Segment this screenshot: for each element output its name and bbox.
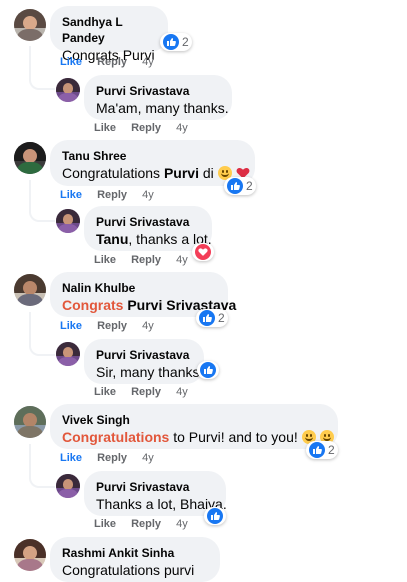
reply-link[interactable]: Reply	[97, 320, 127, 332]
like-link[interactable]: Like	[60, 56, 82, 68]
reply-link[interactable]: Reply	[131, 122, 161, 134]
reaction-count-badge[interactable]: 2	[196, 309, 228, 327]
comment-text: Congrats Purvi Srivastava	[62, 296, 236, 315]
like-link[interactable]: Like	[94, 386, 116, 398]
reply-link[interactable]: Reply	[131, 254, 161, 266]
reaction-badge[interactable]	[197, 361, 219, 379]
reaction-count: 2	[246, 179, 253, 193]
comment-author[interactable]: Purvi Srivastava	[96, 479, 214, 495]
avatar[interactable]	[56, 78, 80, 102]
reply-link[interactable]: Reply	[97, 56, 127, 68]
like-icon	[227, 178, 243, 194]
like-icon	[200, 362, 216, 378]
comment-actions: Like Reply 4y	[94, 517, 188, 531]
love-icon	[195, 244, 211, 260]
like-link[interactable]: Like	[94, 254, 116, 266]
reaction-badge[interactable]	[204, 507, 226, 525]
comment-actions: Like Reply 4y	[60, 188, 154, 202]
comment-text: Congratulations purvi	[62, 562, 195, 578]
comment-text: Ma'am, many thanks.	[96, 100, 229, 116]
reaction-count: 2	[182, 35, 189, 49]
comment-age[interactable]: 4y	[142, 320, 154, 332]
comment-bubble: Sandhya L Pandey Congrats Purvi	[50, 6, 168, 63]
like-icon	[199, 310, 215, 326]
comment-actions: Like Reply 4y	[94, 253, 188, 267]
comment-text-rest: to Purvi! and to you!	[169, 429, 302, 445]
comment-text: Congratulations Purvi di	[62, 164, 249, 183]
reaction-count-badge[interactable]: 2	[224, 177, 256, 195]
like-link[interactable]: Like	[60, 452, 82, 464]
comment-author[interactable]: Nalin Khulbe	[62, 280, 216, 296]
like-link[interactable]: Like	[94, 122, 116, 134]
reply-connector	[29, 46, 55, 90]
comment-text-plain: Congratulations	[62, 165, 164, 181]
comment-age[interactable]: 4y	[142, 452, 154, 464]
comment-author[interactable]: Vivek Singh	[62, 412, 326, 428]
comment-bubble: Tanu Shree Congratulations Purvi di	[50, 140, 255, 186]
avatar[interactable]	[56, 209, 80, 233]
like-link[interactable]: Like	[60, 189, 82, 201]
comment-bubble: Purvi Srivastava Sir, many thanks.	[84, 339, 204, 384]
comment-text: Sir, many thanks.	[96, 364, 204, 380]
like-icon	[163, 34, 179, 50]
reaction-count-badge[interactable]: 2	[306, 441, 338, 459]
comment-actions: Like Reply 4y	[60, 451, 154, 465]
comment-actions: Like Reply 4y	[94, 385, 188, 399]
comment-author[interactable]: Sandhya L Pandey	[62, 14, 156, 46]
avatar[interactable]	[14, 539, 46, 571]
comment-age[interactable]: 4y	[176, 122, 188, 134]
comment-author[interactable]: Purvi Srivastava	[96, 214, 200, 230]
comment-age[interactable]: 4y	[142, 189, 154, 201]
reply-link[interactable]: Reply	[131, 518, 161, 530]
avatar[interactable]	[56, 474, 80, 498]
comment-bubble: Purvi Srivastava Ma'am, many thanks.	[84, 75, 232, 120]
reaction-badge[interactable]	[192, 243, 214, 261]
reaction-count-badge[interactable]: 2	[160, 33, 192, 51]
comment-actions: Like Reply 4y	[94, 121, 188, 135]
comment-author[interactable]: Rashmi Ankit Sinha	[62, 545, 208, 561]
comment-actions: Like Reply 4y	[60, 319, 154, 333]
comment-bubble: Rashmi Ankit Sinha Congratulations purvi	[50, 537, 220, 582]
reply-link[interactable]: Reply	[97, 189, 127, 201]
reaction-count: 2	[328, 443, 335, 457]
avatar[interactable]	[14, 9, 46, 41]
comment-text: Congratulations to Purvi! and to you!	[62, 428, 334, 447]
comment-bubble: Purvi Srivastava Thanks a lot, Bhaiya.	[84, 471, 227, 516]
reply-connector	[29, 312, 55, 356]
comment-actions: Like Reply 4y	[60, 55, 154, 69]
comment-bubble: Vivek Singh Congratulations to Purvi! an…	[50, 404, 338, 449]
comment-age[interactable]: 4y	[142, 56, 154, 68]
avatar[interactable]	[14, 274, 46, 306]
avatar[interactable]	[14, 406, 46, 438]
reply-connector	[29, 180, 55, 222]
like-link[interactable]: Like	[94, 518, 116, 530]
reaction-count: 2	[218, 311, 225, 325]
comment-age[interactable]: 4y	[176, 386, 188, 398]
reply-link[interactable]: Reply	[97, 452, 127, 464]
reply-link[interactable]: Reply	[131, 386, 161, 398]
like-icon	[309, 442, 325, 458]
comment-author[interactable]: Purvi Srivastava	[96, 83, 220, 99]
avatar[interactable]	[14, 142, 46, 174]
highlighted-text: Congrats	[62, 297, 124, 313]
comment-age[interactable]: 4y	[176, 518, 188, 530]
like-link[interactable]: Like	[60, 320, 82, 332]
comment-text: Thanks a lot, Bhaiya.	[96, 496, 227, 512]
highlighted-text: Congratulations	[62, 429, 170, 445]
comment-age[interactable]: 4y	[176, 254, 188, 266]
like-icon	[207, 508, 223, 524]
comment-bubble: Purvi Srivastava Tanu, thanks a lot.	[84, 206, 212, 251]
reply-connector	[29, 444, 55, 488]
mention[interactable]: Purvi	[164, 165, 199, 181]
mention[interactable]: Tanu	[96, 231, 128, 247]
comment-author[interactable]: Tanu Shree	[62, 148, 243, 164]
comment-text-suffix: di	[198, 165, 214, 181]
comment-author[interactable]: Purvi Srivastava	[96, 347, 192, 363]
comment-text: Tanu, thanks a lot.	[96, 230, 212, 249]
avatar[interactable]	[56, 342, 80, 366]
